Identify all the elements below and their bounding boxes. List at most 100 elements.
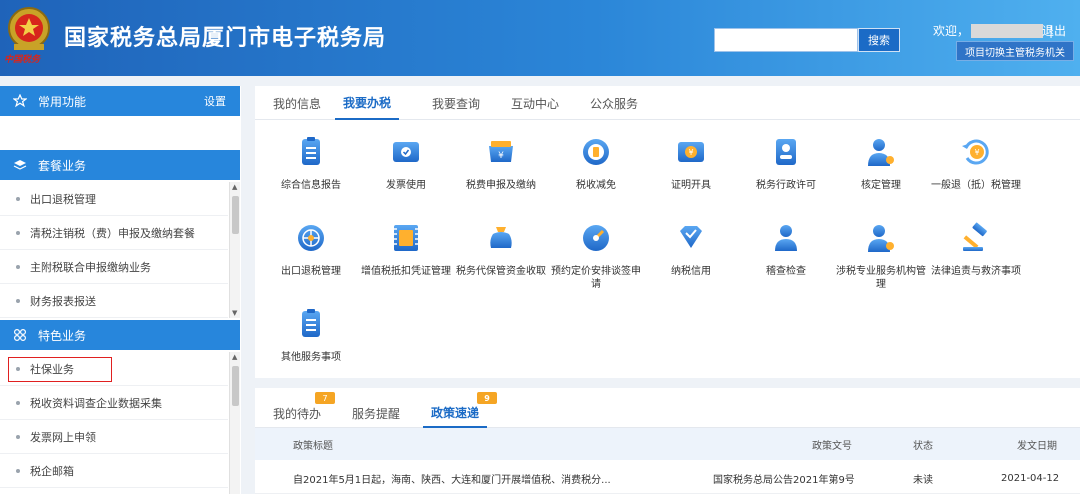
tax-payment-icon: ¥ xyxy=(489,141,513,162)
service-tile-label: 其他服务事项 xyxy=(281,352,341,363)
favorites-settings-link[interactable]: 设置 xyxy=(204,93,226,109)
scroll-up-icon[interactable]: ▲ xyxy=(232,183,237,191)
top-banner: 中国税务 国家税务总局厦门市电子税务局 搜索 欢迎， | 退出 项目切换主管税务… xyxy=(0,0,1080,76)
notice-tab-bar: 我的待办 7 服务提醒 政策速递 9 xyxy=(255,388,1080,428)
col-date: 发文日期 xyxy=(1017,440,1057,452)
packages-title: 套餐业务 xyxy=(38,158,87,173)
policy-status: 未读 xyxy=(913,474,933,486)
sidebar-item-invoice-apply[interactable]: 发票网上申领 xyxy=(0,420,228,454)
switch-tax-authority-button[interactable]: 项目切换主管税务机关 xyxy=(956,41,1074,61)
svg-text:¥: ¥ xyxy=(498,151,504,161)
agency-icon xyxy=(868,225,894,252)
service-tile[interactable]: ¥ 一般退（抵）税管理 xyxy=(928,134,1024,192)
certificate-icon: ¥ xyxy=(678,142,704,162)
tab-file-taxes[interactable]: 我要办税 xyxy=(335,86,400,120)
service-panel: 我的信息 我要办税 我要查询 互动中心 公众服务 综合信息报告 发票使用 ¥ 税费申报… xyxy=(255,86,1080,378)
service-tile[interactable]: 税务代保管资金收取 xyxy=(453,220,549,278)
service-tile-label: 出口退税管理 xyxy=(281,266,341,277)
service-tile[interactable]: 其他服务事项 xyxy=(263,306,359,364)
tab-policy-express[interactable]: 政策速递 9 xyxy=(423,392,497,428)
scroll-up-icon[interactable]: ▲ xyxy=(232,353,237,361)
service-tile[interactable]: 法律追责与救济事项 xyxy=(928,220,1024,278)
site-title: 国家税务总局厦门市电子税务局 xyxy=(64,26,387,51)
report-icon xyxy=(302,137,320,165)
features-title: 特色业务 xyxy=(38,328,87,343)
service-tile-label: 预约定价安排谈签申请 xyxy=(551,266,641,290)
service-tile[interactable]: 预约定价安排谈签申请 xyxy=(548,220,644,291)
service-tile-label: 发票使用 xyxy=(386,180,426,191)
features-scrollbar[interactable]: ▲ xyxy=(229,352,240,494)
packages-scrollbar[interactable]: ▲ ▼ xyxy=(229,182,240,318)
svg-text:¥: ¥ xyxy=(974,148,979,157)
policy-title[interactable]: 自2021年5月1日起，海南、陕西、大连和厦门开展增值税、消费税分... xyxy=(293,462,611,494)
tab-label: 政策速递 xyxy=(431,405,480,420)
export-refund-icon xyxy=(298,225,324,251)
refund-icon: ¥ xyxy=(962,139,989,165)
left-sidebar: 常用功能 设置 套餐业务 出口退税管理 清税注销税（费）申报及缴纳套餐 主附税联… xyxy=(0,86,241,494)
main-tab-bar: 我的信息 我要办税 我要查询 互动中心 公众服务 xyxy=(255,86,1080,120)
service-tile-label: 税收减免 xyxy=(576,180,616,191)
star-icon xyxy=(12,93,28,109)
tab-service-reminders[interactable]: 服务提醒 xyxy=(352,398,400,428)
verification-icon xyxy=(868,139,894,166)
service-tile[interactable]: 税收减免 xyxy=(548,134,644,192)
tab-label: 我的待办 xyxy=(273,406,322,421)
service-tile[interactable]: 发票使用 xyxy=(358,134,454,192)
sidebar-item-tax-mailbox[interactable]: 税企邮箱 xyxy=(0,454,228,488)
service-tile-label: 税务代保管资金收取 xyxy=(456,266,546,277)
tab-public-services[interactable]: 公众服务 xyxy=(590,86,638,120)
logout-link[interactable]: 退出 xyxy=(1042,22,1066,39)
service-tile-label: 证明开具 xyxy=(671,180,711,191)
col-status: 状态 xyxy=(913,440,933,452)
welcome-label: 欢迎， xyxy=(933,24,970,38)
service-tile[interactable]: 税务行政许可 xyxy=(738,134,834,192)
welcome-text: 欢迎， | xyxy=(933,22,1053,39)
svg-text:¥: ¥ xyxy=(688,148,693,157)
table-row[interactable]: 自2021年5月1日起，海南、陕西、大连和厦门开展增值税、消费税分... 国家税… xyxy=(255,462,1080,494)
tab-interaction[interactable]: 互动中心 xyxy=(511,86,559,120)
username-redacted xyxy=(971,23,1044,38)
service-tile[interactable]: 纳税信用 xyxy=(643,220,739,278)
favorites-title: 常用功能 xyxy=(38,94,87,109)
license-icon xyxy=(776,139,796,165)
sidebar-item-data-collection[interactable]: 税收资料调查企业数据采集 xyxy=(0,386,228,420)
sidebar-item-deregistration-package[interactable]: 清税注销税（费）申报及缴纳套餐 xyxy=(0,216,228,250)
col-doc-number: 政策文号 xyxy=(812,440,852,452)
service-tile-label: 增值税抵扣凭证管理 xyxy=(361,266,451,277)
sidebar-item-export-refund[interactable]: 出口退税管理 xyxy=(0,182,228,216)
service-tile-label: 一般退（抵）税管理 xyxy=(931,180,1021,191)
tab-label: 服务提醒 xyxy=(352,406,401,421)
invoice-icon xyxy=(393,142,419,162)
service-tile[interactable]: 稽查检查 xyxy=(738,220,834,278)
grid-icon xyxy=(12,327,28,343)
favorites-header[interactable]: 常用功能 设置 xyxy=(0,86,240,116)
vat-voucher-icon xyxy=(394,225,418,251)
features-header[interactable]: 特色业务 xyxy=(0,320,240,350)
scroll-down-icon[interactable]: ▼ xyxy=(232,309,237,317)
service-tile[interactable]: 涉税专业服务机构管理 xyxy=(833,220,929,291)
service-tile[interactable]: 出口退税管理 xyxy=(263,220,359,278)
credit-icon xyxy=(680,226,702,248)
search-input[interactable] xyxy=(714,28,858,52)
sidebar-item-joint-filing[interactable]: 主附税联合申报缴纳业务 xyxy=(0,250,228,284)
service-tile[interactable]: ¥ 税费申报及缴纳 xyxy=(453,134,549,192)
service-tile[interactable]: 增值税抵扣凭证管理 xyxy=(358,220,454,278)
other-services-icon xyxy=(302,309,320,337)
todo-count-badge: 7 xyxy=(315,392,335,404)
search-button[interactable]: 搜索 xyxy=(858,28,900,52)
tab-query[interactable]: 我要查询 xyxy=(432,86,480,120)
service-tile[interactable]: 综合信息报告 xyxy=(263,134,359,192)
inspection-icon xyxy=(775,225,797,251)
service-tile-label: 纳税信用 xyxy=(671,266,711,277)
tab-my-todo[interactable]: 我的待办 7 xyxy=(273,392,335,428)
tab-my-info[interactable]: 我的信息 xyxy=(273,86,321,120)
notice-panel: 我的待办 7 服务提醒 政策速递 9 政策标题 政策文号 状态 发文日期 自20… xyxy=(255,388,1080,494)
packages-header[interactable]: 套餐业务 xyxy=(0,150,240,180)
service-tile-label: 税费申报及缴纳 xyxy=(466,180,536,191)
service-tile[interactable]: 核定管理 xyxy=(833,134,929,192)
service-tile[interactable]: ¥ 证明开具 xyxy=(643,134,739,192)
scroll-thumb[interactable] xyxy=(232,366,239,406)
service-tile-label: 综合信息报告 xyxy=(281,180,341,191)
sidebar-item-financial-report[interactable]: 财务报表报送 xyxy=(0,284,228,318)
scroll-thumb[interactable] xyxy=(232,196,239,234)
